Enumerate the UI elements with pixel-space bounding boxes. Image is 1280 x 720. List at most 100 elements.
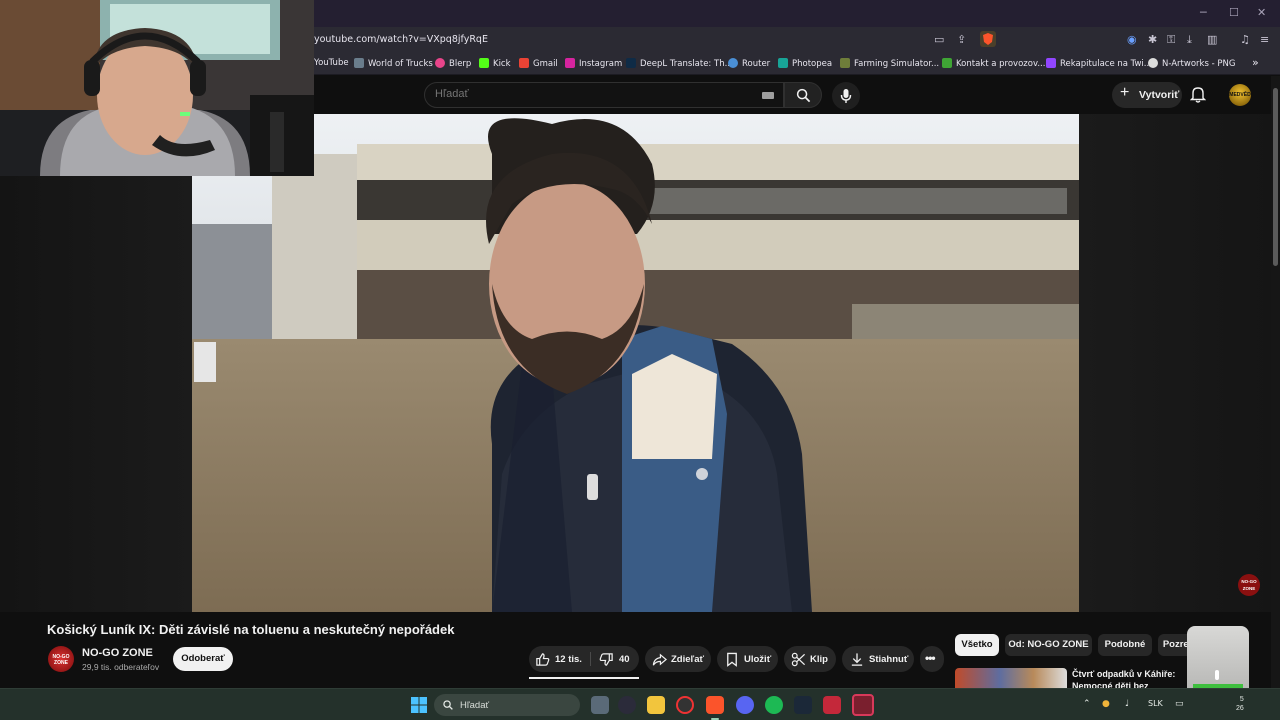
channel-watermark[interactable]: NO-GO ZONE: [1238, 574, 1260, 596]
search-icon: [443, 700, 453, 710]
obs-icon[interactable]: [676, 696, 694, 714]
cast-icon[interactable]: ▭: [934, 33, 944, 46]
page-scrollbar[interactable]: [1271, 76, 1280, 688]
video-player[interactable]: [192, 114, 1079, 612]
bookmark-blerp[interactable]: Blerp: [435, 58, 471, 69]
bookmark-n-artworks[interactable]: N-Artworks - PNG: [1148, 58, 1235, 69]
gadget-light: [1215, 670, 1219, 680]
webcam-overlay: [0, 0, 314, 176]
chip-from-channel[interactable]: Od: NO-GO ZONE: [1005, 634, 1092, 656]
bookmark-kontakt[interactable]: Kontakt a provozov...: [942, 58, 1045, 69]
language-indicator[interactable]: SLK: [1148, 699, 1163, 708]
chip-related[interactable]: Podobné: [1098, 634, 1152, 656]
menu-icon[interactable]: ≡: [1260, 33, 1269, 46]
subscriber-count: 29,9 tis. odberateľov: [82, 662, 160, 672]
world-of-trucks-icon: [354, 58, 364, 68]
extensions-icon[interactable]: ✱: [1148, 33, 1157, 46]
close-icon[interactable]: ✕: [1257, 6, 1266, 19]
bookmark-youtube[interactable]: YouTube: [314, 58, 349, 68]
twitch-icon: [1046, 58, 1056, 68]
voice-search-button[interactable]: [832, 82, 860, 110]
chip-all[interactable]: Všetko: [955, 634, 999, 656]
taskbar-search[interactable]: Hľadať: [434, 694, 580, 716]
video-frame: [192, 114, 1079, 612]
bell-icon[interactable]: [1190, 85, 1206, 103]
search-icon: [796, 88, 811, 103]
password-icon[interactable]: ⚿: [1167, 33, 1175, 47]
share-icon[interactable]: ⇪: [957, 33, 966, 46]
download-button[interactable]: Stiahnuť: [842, 646, 914, 672]
chevron-up-icon[interactable]: ⌃: [1083, 699, 1091, 709]
microphone-icon: [840, 89, 852, 103]
more-actions-button[interactable]: •••: [920, 646, 944, 672]
search-input[interactable]: [435, 88, 735, 100]
gmail-icon: [519, 58, 529, 68]
farming-simulator-icon: [840, 58, 850, 68]
scissors-icon: [791, 652, 806, 667]
router-icon: [728, 58, 738, 68]
bookmark-gmail[interactable]: Gmail: [519, 58, 558, 69]
keyboard-icon[interactable]: [762, 92, 774, 99]
voicemeeter-icon[interactable]: [823, 696, 841, 714]
network-icon[interactable]: ▭: [1175, 699, 1184, 709]
share-arrow-icon: [652, 653, 667, 666]
bookmark-icon: [727, 652, 737, 667]
app-icon-active[interactable]: [852, 694, 874, 716]
task-view-icon[interactable]: [591, 696, 609, 714]
plus-icon: +: [1120, 84, 1130, 101]
bookmark-kick[interactable]: Kick: [479, 58, 511, 69]
audio-icon[interactable]: ◉: [1127, 33, 1137, 46]
save-button[interactable]: Uložiť: [717, 646, 778, 672]
tray-app-icon[interactable]: ●: [1102, 699, 1110, 709]
spotify-icon[interactable]: [765, 696, 783, 714]
bookmark-photopea[interactable]: Photopea: [778, 58, 832, 69]
bookmark-rekapitulace[interactable]: Rekapitulace na Twi...: [1046, 58, 1152, 69]
channel-avatar[interactable]: NO-GO ZONE: [48, 646, 74, 672]
like-underline: [529, 677, 639, 679]
minimize-icon[interactable]: ─: [1200, 6, 1207, 19]
brave-browser-icon[interactable]: [706, 696, 724, 714]
recommendation-title[interactable]: Čtvrť odpadků v Káhiře: Nemocné děti bez…: [1072, 668, 1194, 688]
bookmark-deepl[interactable]: DeepL Translate: Th...: [626, 58, 733, 69]
windows-start-icon[interactable]: [411, 697, 427, 713]
share-button[interactable]: Zdieľať: [645, 646, 711, 672]
app-icon-circle[interactable]: [618, 696, 636, 714]
file-explorer-icon[interactable]: [647, 696, 665, 714]
kontakt-icon: [942, 58, 952, 68]
url-text[interactable]: youtube.com/watch?v=VXpq8jfyRqE: [314, 34, 488, 45]
chevrons-right-icon[interactable]: »: [1252, 56, 1259, 69]
recommendation-thumbnail[interactable]: [955, 668, 1067, 688]
dislike-button[interactable]: 40: [591, 646, 639, 672]
bookmark-farming-simulator[interactable]: Farming Simulator...: [840, 58, 939, 69]
media-icon[interactable]: ♫: [1240, 33, 1250, 46]
trash-icon[interactable]: ▥: [1207, 33, 1217, 46]
steam-icon[interactable]: [794, 696, 812, 714]
instagram-icon: [565, 58, 575, 68]
scrollbar-thumb[interactable]: [1273, 88, 1278, 266]
subscribe-button[interactable]: Odoberať: [173, 647, 233, 671]
user-avatar[interactable]: MEDVĚD: [1229, 84, 1251, 106]
kick-icon: [479, 58, 489, 68]
deepl-icon: [626, 58, 636, 68]
discord-icon[interactable]: [736, 696, 754, 714]
clip-button[interactable]: Klip: [784, 646, 836, 672]
search-button[interactable]: [784, 82, 822, 108]
maximize-icon[interactable]: ☐: [1229, 6, 1239, 19]
microphone-icon[interactable]: ♩: [1125, 699, 1129, 709]
like-button[interactable]: 12 tis.: [529, 646, 590, 672]
bookmark-instagram[interactable]: Instagram: [565, 58, 622, 69]
brave-shield-icon[interactable]: [980, 31, 996, 47]
photopea-icon: [778, 58, 788, 68]
blerp-icon: [435, 58, 445, 68]
search-box[interactable]: [424, 82, 784, 108]
downloads-icon[interactable]: ⤓: [1187, 33, 1192, 47]
download-icon: [851, 653, 863, 666]
thumbs-down-icon: [599, 653, 613, 666]
create-button[interactable]: + Vytvoriť: [1112, 82, 1182, 108]
thumbs-up-icon: [536, 653, 550, 666]
bookmark-router[interactable]: Router: [728, 58, 770, 69]
taskbar-clock[interactable]: 5 26: [1236, 695, 1244, 713]
bookmark-world-of-trucks[interactable]: World of Trucks: [354, 58, 433, 69]
like-dislike-group: 12 tis. 40: [529, 646, 639, 672]
channel-name[interactable]: NO-GO ZONE: [82, 647, 153, 659]
